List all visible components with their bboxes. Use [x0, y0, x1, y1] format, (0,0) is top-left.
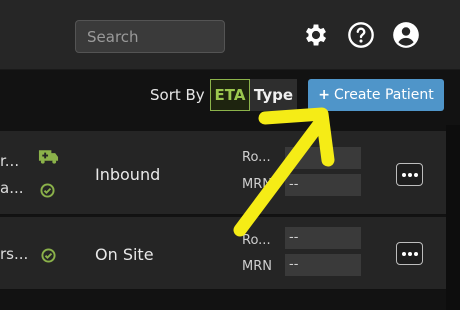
sort-by-label: Sort By	[150, 86, 205, 104]
mrn-value: --	[285, 174, 361, 196]
search-input[interactable]	[75, 20, 225, 53]
room-label: Ro...	[242, 150, 271, 165]
mrn-label: MRN	[242, 259, 272, 274]
room-value: --	[285, 227, 361, 249]
top-bar	[0, 0, 460, 70]
check-circle-icon	[40, 183, 55, 198]
plus-icon: +	[318, 87, 330, 103]
mrn-value: --	[285, 254, 361, 276]
more-options-button[interactable]	[396, 242, 423, 265]
sort-eta-button[interactable]: ETA	[210, 79, 250, 111]
patient-name-truncated: r...	[0, 152, 20, 170]
status-label: On Site	[95, 245, 154, 264]
help-icon[interactable]	[347, 21, 375, 49]
sort-type-button[interactable]: Type	[250, 79, 297, 111]
mrn-label: MRN	[242, 177, 272, 192]
create-patient-button[interactable]: + Create Patient	[308, 79, 444, 111]
ambulance-icon	[38, 150, 59, 164]
create-patient-label: Create Patient	[334, 87, 434, 103]
room-value: --	[285, 147, 361, 169]
status-label: Inbound	[95, 165, 161, 184]
patient-row[interactable]: rs... On Site Ro... -- MRN --	[0, 217, 446, 290]
gear-icon[interactable]	[302, 21, 330, 49]
patient-detail-truncated: a...	[0, 179, 24, 197]
more-options-button[interactable]	[396, 163, 423, 186]
check-circle-icon	[41, 248, 56, 263]
scroll-gutter	[446, 125, 460, 310]
account-icon[interactable]	[392, 21, 420, 49]
patient-name-truncated: rs...	[0, 245, 29, 263]
patient-row[interactable]: r... a... Inbound Ro... -- MRN --	[0, 131, 446, 215]
room-label: Ro...	[242, 233, 271, 248]
